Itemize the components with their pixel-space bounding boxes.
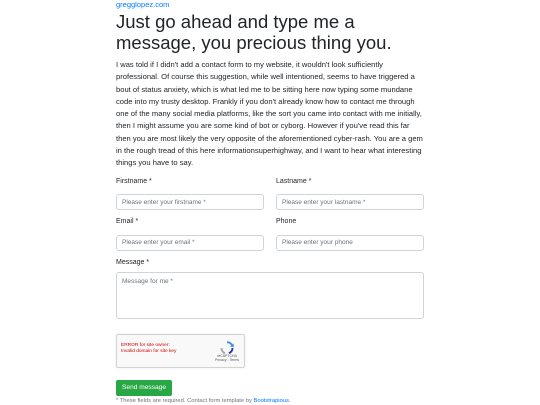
phone-input[interactable]	[276, 234, 424, 251]
footnote-text: * These fields are required. Contact for…	[116, 397, 254, 404]
message-textarea[interactable]	[116, 271, 424, 319]
recaptcha-widget[interactable]: ERROR for site owner: Invalid domain for…	[116, 333, 245, 368]
phone-group: Phone	[276, 218, 424, 251]
site-link[interactable]: gregglopez.com	[116, 0, 424, 9]
firstname-label: Firstname *	[116, 177, 152, 185]
firstname-input[interactable]	[116, 194, 264, 211]
footnote-end: .	[288, 397, 291, 404]
contact-form: Firstname * Lastname * Email * Phone Mes…	[116, 178, 424, 404]
recaptcha-error: ERROR for site owner: Invalid domain for…	[121, 343, 176, 356]
contact-row: Email * Phone	[116, 218, 424, 251]
contact-page: gregglopez.com Just go ahead and type me…	[116, 0, 424, 404]
recaptcha-error-line2: Invalid domain for site key	[121, 349, 177, 355]
send-message-button[interactable]: Send message	[116, 379, 172, 396]
recaptcha-links[interactable]: Privacy - Terms	[214, 358, 240, 362]
bootstrapious-link[interactable]: Bootstrapious	[253, 398, 288, 404]
phone-label: Phone	[276, 218, 297, 226]
message-label: Message *	[116, 258, 150, 266]
lastname-input[interactable]	[276, 194, 424, 211]
email-input[interactable]	[116, 234, 264, 251]
email-group: Email *	[116, 218, 264, 251]
email-label: Email *	[116, 218, 139, 226]
message-group: Message *	[116, 259, 424, 324]
lastname-label: Lastname *	[276, 177, 312, 185]
name-row: Firstname * Lastname *	[116, 178, 424, 211]
required-footnote: * These fields are required. Contact for…	[116, 398, 424, 404]
intro-paragraph: I was told if I didn't add a contact for…	[116, 60, 423, 168]
page-title: Just go ahead and type me a message, you…	[116, 11, 392, 53]
firstname-group: Firstname *	[116, 178, 264, 211]
lastname-group: Lastname *	[276, 178, 424, 211]
recaptcha-label: reCAPTCHA Privacy - Terms	[214, 354, 240, 362]
